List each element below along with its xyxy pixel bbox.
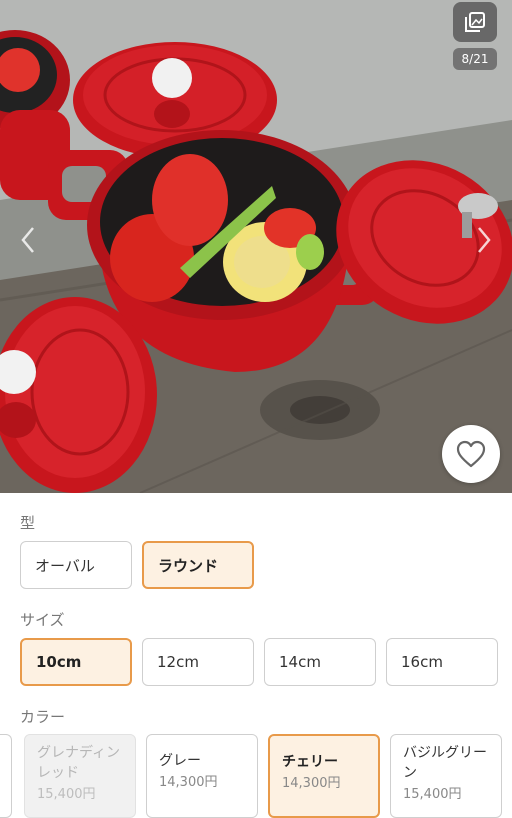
shape-option-label: オーバル bbox=[35, 556, 95, 575]
color-option-name: チェリー bbox=[282, 754, 338, 770]
image-counter: 8/21 bbox=[453, 48, 497, 70]
color-option-cherry[interactable]: チェリー 14,300円 bbox=[268, 734, 380, 818]
color-option-grey[interactable]: グレー 14,300円 bbox=[146, 734, 258, 818]
product-image-carousel[interactable]: 8/21 bbox=[0, 0, 512, 493]
color-label: カラー bbox=[20, 708, 66, 726]
color-option-name: バジルグリーン bbox=[403, 745, 487, 781]
shape-option-oval[interactable]: オーバル bbox=[20, 541, 132, 589]
size-option-label: 16cm bbox=[401, 653, 443, 671]
image-stack-icon bbox=[465, 12, 485, 32]
favorite-button[interactable] bbox=[442, 425, 500, 483]
color-option-basil-green[interactable]: バジルグリーン 15,400円 bbox=[390, 734, 502, 818]
product-photo bbox=[0, 0, 512, 493]
prev-image-button[interactable] bbox=[16, 220, 40, 260]
color-option-name: グレナディンレッド bbox=[37, 745, 121, 781]
size-option-12cm[interactable]: 12cm bbox=[142, 638, 254, 686]
color-option-price: 14,300円 bbox=[159, 775, 218, 790]
chevron-left-icon bbox=[21, 227, 34, 253]
size-option-10cm[interactable]: 10cm bbox=[20, 638, 132, 686]
color-option-price: 14,300円 bbox=[282, 776, 341, 791]
color-option-grenadine-red: グレナディンレッド 15,400円 bbox=[24, 734, 136, 818]
size-option-14cm[interactable]: 14cm bbox=[264, 638, 376, 686]
color-option-partial[interactable] bbox=[0, 734, 12, 818]
chevron-right-icon bbox=[478, 227, 491, 253]
shape-option-label: ラウンド bbox=[158, 556, 219, 575]
color-option-price: 15,400円 bbox=[37, 787, 96, 802]
gallery-button[interactable] bbox=[453, 2, 497, 42]
heart-outline-icon bbox=[456, 440, 486, 468]
size-option-label: 12cm bbox=[157, 653, 199, 671]
size-option-label: 10cm bbox=[36, 653, 82, 671]
color-option-price: 15,400円 bbox=[403, 787, 462, 802]
shape-label: 型 bbox=[20, 514, 36, 532]
size-option-16cm[interactable]: 16cm bbox=[386, 638, 498, 686]
shape-option-round[interactable]: ラウンド bbox=[142, 541, 254, 589]
size-label: サイズ bbox=[20, 611, 65, 629]
next-image-button[interactable] bbox=[472, 220, 496, 260]
color-option-name: グレー bbox=[159, 753, 201, 769]
size-option-label: 14cm bbox=[279, 653, 321, 671]
